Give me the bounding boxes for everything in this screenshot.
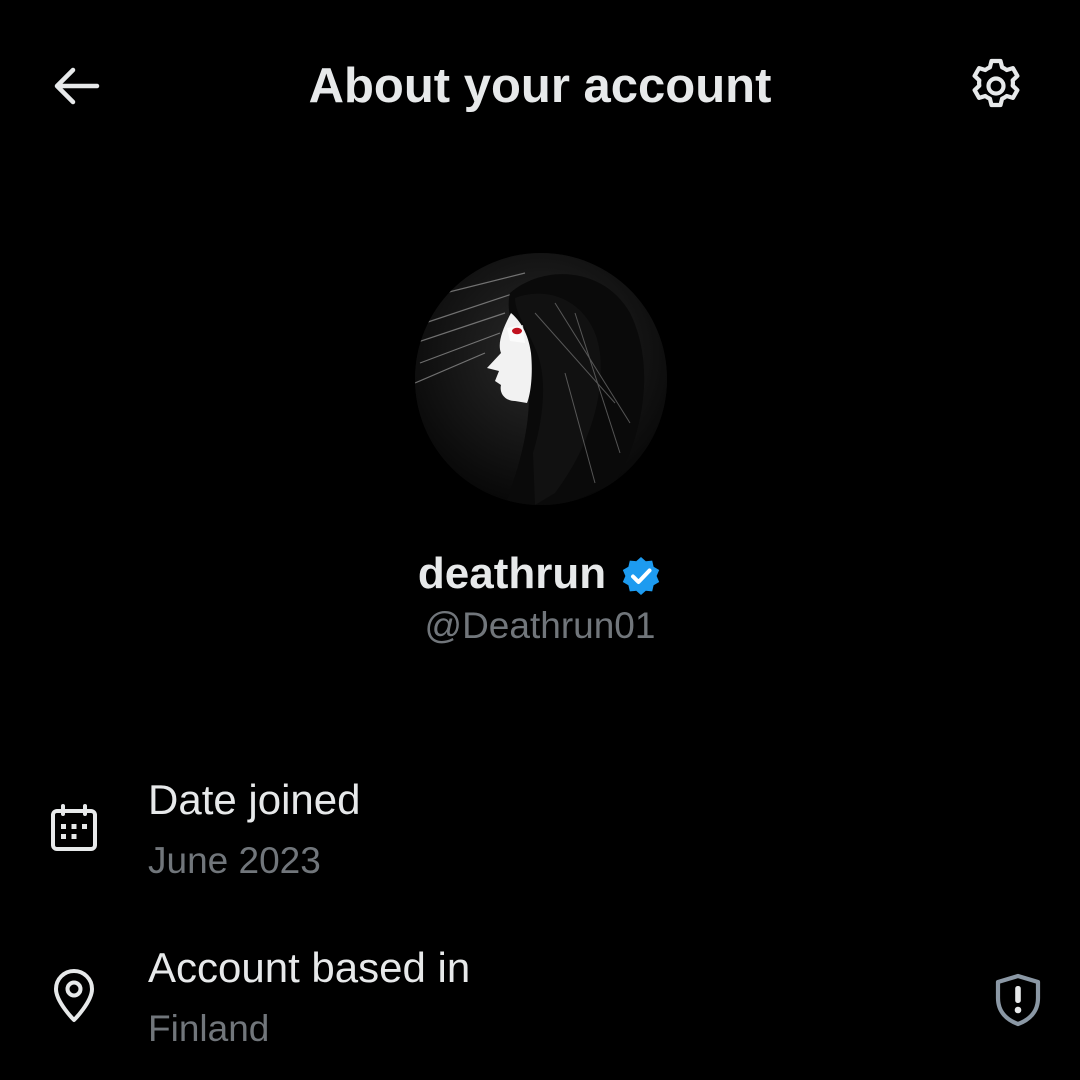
settings-button[interactable] [958, 50, 1034, 122]
calendar-icon [46, 800, 102, 856]
profile-avatar[interactable] [415, 253, 667, 505]
avatar-image [415, 253, 667, 505]
account-based-in-value: Finland [148, 1008, 270, 1049]
date-joined-value: June 2023 [148, 840, 321, 881]
back-button[interactable] [38, 52, 114, 120]
location-pin-icon [46, 968, 102, 1024]
profile-handle: @Deathrun01 [424, 605, 656, 646]
account-based-in-label: Account based in [148, 944, 471, 991]
location-info-button[interactable] [986, 968, 1050, 1032]
date-joined-label: Date joined [148, 776, 361, 823]
profile-name-row: deathrun [0, 544, 1080, 604]
page-title: About your account [308, 59, 772, 113]
date-joined-row: Date joined June 2023 [0, 770, 1080, 900]
display-name: deathrun [417, 549, 607, 598]
arrow-left-icon [54, 67, 100, 105]
verified-badge-icon [620, 555, 662, 597]
shield-alert-icon [995, 973, 1041, 1027]
top-app-bar: About your account [0, 0, 1080, 170]
gear-icon [972, 58, 1020, 108]
account-based-in-row: Account based in Finland [0, 938, 1080, 1068]
